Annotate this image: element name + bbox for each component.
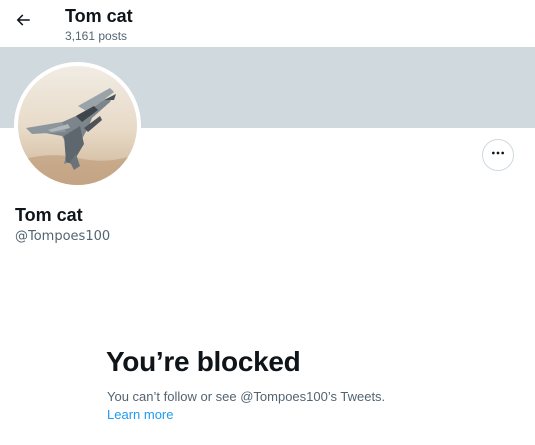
top-header: Tom cat 3,161 posts xyxy=(0,0,535,47)
avatar[interactable] xyxy=(14,62,141,189)
profile-name: Tom cat xyxy=(15,205,83,225)
profile-page: Tom cat 3,161 posts Tom cat @Tompoes100 … xyxy=(0,0,535,445)
header-profile-name: Tom cat xyxy=(65,6,133,26)
profile-handle: @Tompoes100 xyxy=(15,229,111,244)
more-options-icon xyxy=(490,145,506,166)
arrow-left-icon xyxy=(14,11,32,34)
back-button[interactable] xyxy=(6,5,40,39)
learn-more-link[interactable]: Learn more xyxy=(107,407,173,423)
more-options-button[interactable] xyxy=(482,139,514,171)
fighter-jet-avatar xyxy=(18,66,137,185)
header-posts-count: 3,161 posts xyxy=(65,29,128,43)
blocked-description: You can’t follow or see @Tompoes100’s Tw… xyxy=(107,389,386,404)
blocked-title: You’re blocked xyxy=(106,346,301,377)
